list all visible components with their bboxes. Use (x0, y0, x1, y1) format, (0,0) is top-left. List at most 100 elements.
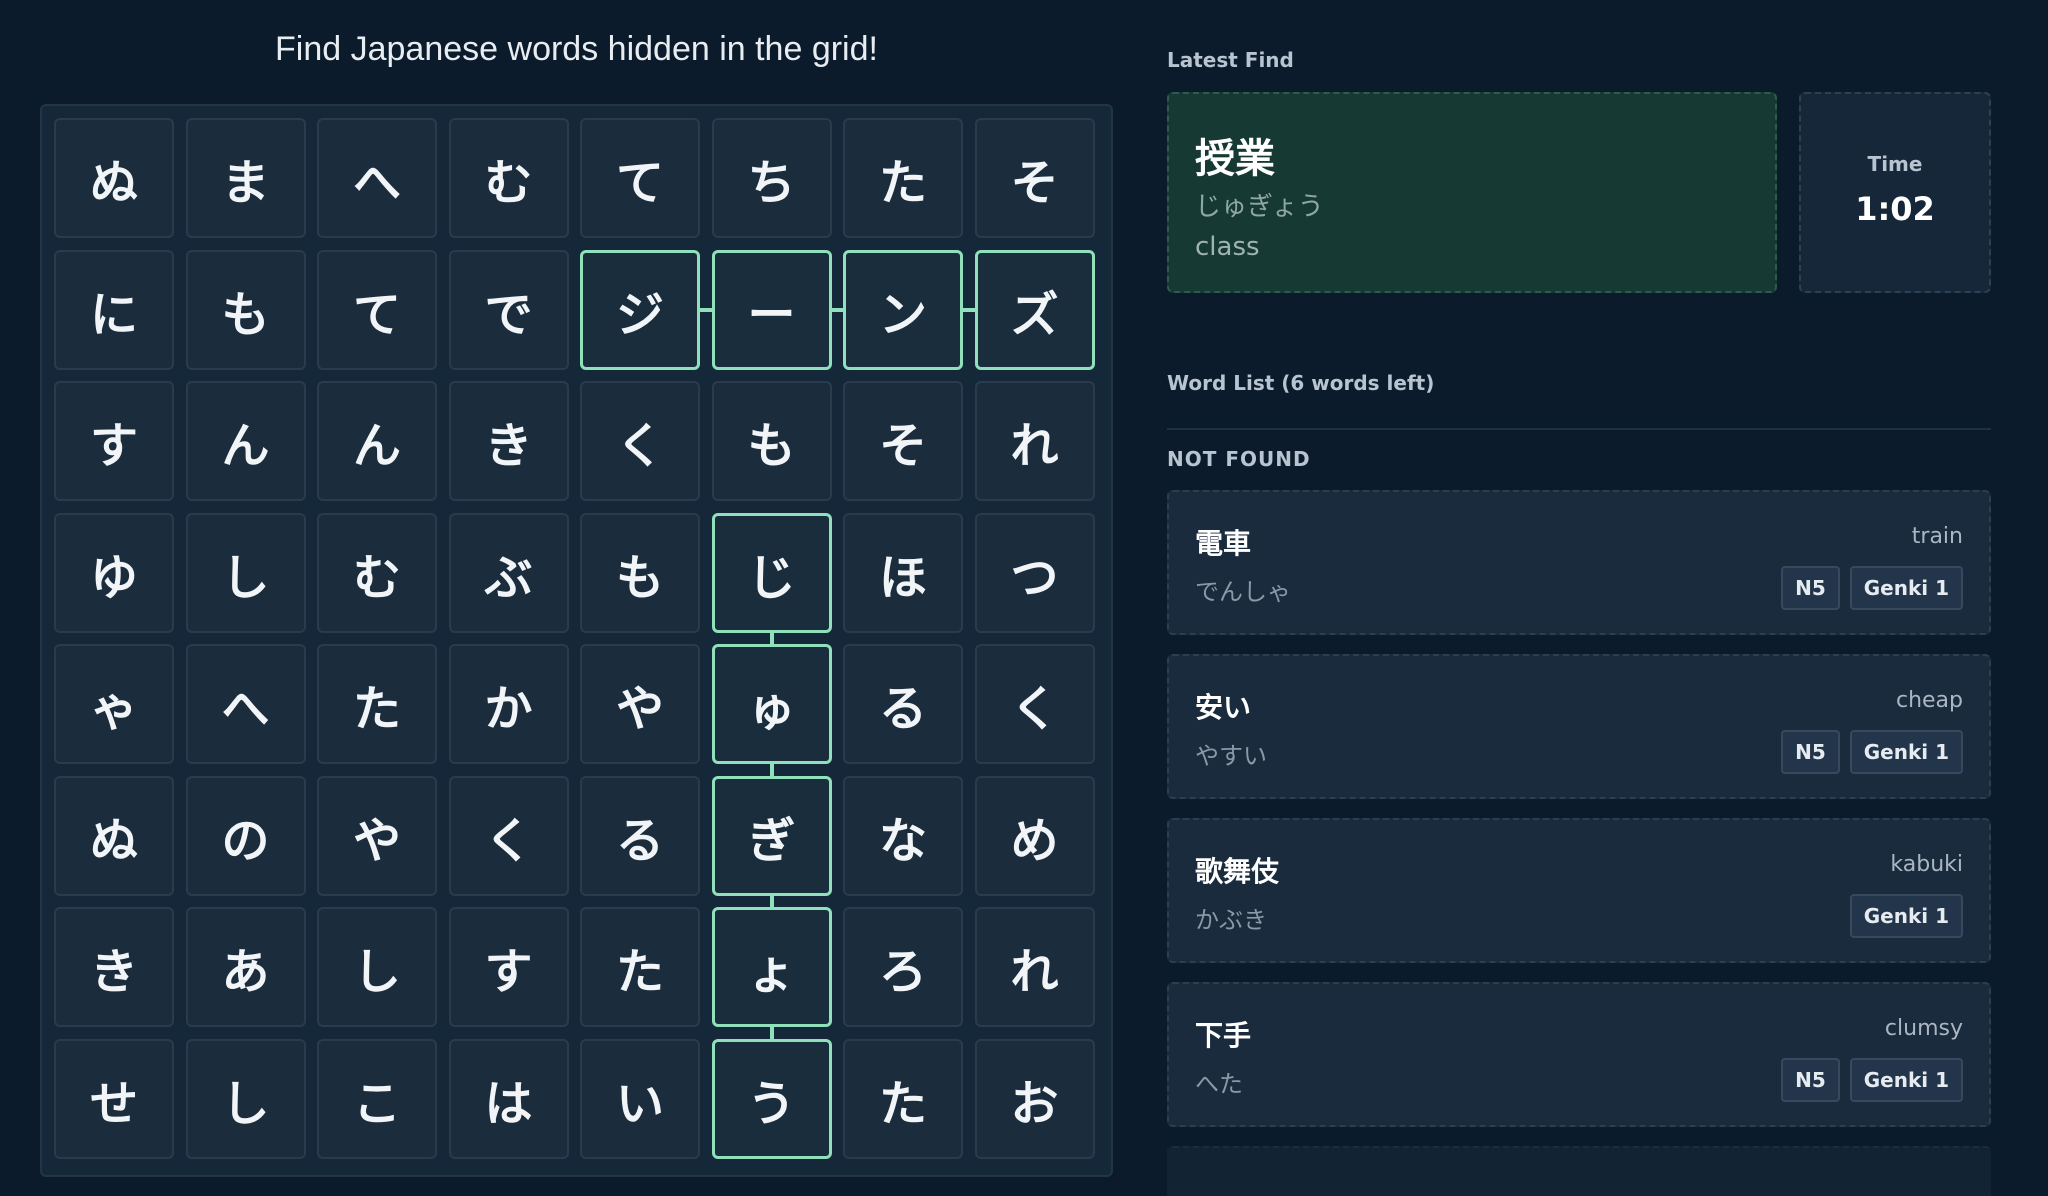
word-english: train (1911, 524, 1963, 549)
grid-cell[interactable]: た (843, 1038, 963, 1159)
grid-cell[interactable]: ょ (711, 907, 832, 1027)
grid-cell[interactable]: や (580, 644, 700, 764)
word-list-header: Word List (6 words left) (1167, 371, 1434, 395)
word-kanji: 電車 (1195, 527, 1252, 560)
grid-cell[interactable]: れ (974, 381, 1095, 501)
grid-cell[interactable]: ほ (843, 512, 963, 633)
grid-cell[interactable]: に (54, 249, 174, 370)
grid-cell[interactable]: て (317, 249, 437, 370)
grid-cell[interactable]: う (711, 1038, 832, 1159)
grid-cell[interactable]: た (317, 644, 437, 764)
word-kana: へた (1195, 1070, 1243, 1098)
grid-cell[interactable]: ぶ (448, 512, 569, 633)
grid-cell[interactable]: て (580, 118, 700, 238)
grid-cell[interactable]: ろ (843, 907, 963, 1027)
grid-cell[interactable]: た (843, 118, 963, 238)
grid-cell[interactable]: へ (185, 644, 306, 764)
grid-cell[interactable]: も (711, 381, 832, 501)
word-kanji: 下手 (1195, 1019, 1252, 1052)
word-card[interactable]: 下手 へた clumsy N5 Genki 1 (1167, 982, 1991, 1127)
game-page: Find Japanese words hidden in the grid! … (0, 0, 2048, 1196)
grid-cell[interactable]: で (448, 249, 569, 370)
grid-cell[interactable]: こ (317, 1038, 437, 1159)
grid-cell[interactable]: む (317, 512, 437, 633)
grid-cell[interactable]: い (580, 1038, 700, 1159)
grid-cell[interactable]: し (185, 512, 306, 633)
word-card[interactable]: 安い やすい cheap N5 Genki 1 (1167, 654, 1991, 799)
grid-cell[interactable]: る (843, 644, 963, 764)
latest-kana: じゅぎょう (1195, 192, 1324, 222)
instructions-text: Find Japanese words hidden in the grid! (275, 30, 878, 68)
textbook-tag: Genki 1 (1849, 566, 1963, 610)
latest-english: class (1195, 232, 1260, 262)
grid-cell[interactable]: な (843, 775, 963, 896)
word-card-partial (1167, 1146, 1991, 1196)
grid-cell[interactable]: ジ (580, 249, 700, 370)
grid-cell[interactable]: も (580, 512, 700, 633)
word-english: kabuki (1890, 852, 1963, 877)
word-list-title: Word List (1167, 371, 1275, 395)
grid-cell[interactable]: め (974, 775, 1095, 896)
grid-cell[interactable]: の (185, 775, 306, 896)
grid-cell[interactable]: ン (843, 249, 963, 370)
timer-value: 1:02 (1855, 190, 1935, 228)
grid-cell[interactable]: ん (185, 381, 306, 501)
grid-cell[interactable]: く (448, 775, 569, 896)
grid-cell[interactable]: か (448, 644, 569, 764)
word-english: clumsy (1884, 1016, 1963, 1041)
grid-cell[interactable]: ゃ (54, 644, 174, 764)
grid-cell[interactable]: ゅ (711, 644, 832, 764)
grid-cell[interactable]: す (448, 907, 569, 1027)
grid-cell[interactable]: れ (974, 907, 1095, 1027)
word-english: cheap (1895, 688, 1963, 713)
timer-label: Time (1867, 152, 1923, 176)
grid-cell[interactable]: ゆ (54, 512, 174, 633)
grid-cell[interactable]: し (317, 907, 437, 1027)
word-search-grid: ぬまへむてちたそにもてでジーンズすんんきくもそれゆしむぶもじほつゃへたかやゅるく… (40, 104, 1113, 1177)
grid-cell[interactable]: ぬ (54, 118, 174, 238)
grid-cell[interactable]: そ (843, 381, 963, 501)
grid-cell[interactable]: る (580, 775, 700, 896)
word-card[interactable]: 歌舞伎 かぶき kabuki Genki 1 (1167, 818, 1991, 963)
grid-cell[interactable]: つ (974, 512, 1095, 633)
word-kana: かぶき (1195, 906, 1267, 934)
grid-cell[interactable]: あ (185, 907, 306, 1027)
grid-cell[interactable]: ー (711, 249, 832, 370)
grid-cell[interactable]: く (580, 381, 700, 501)
grid-cell[interactable]: き (448, 381, 569, 501)
grid-cell[interactable]: ズ (974, 249, 1095, 370)
grid-cell[interactable]: せ (54, 1038, 174, 1159)
grid-cell[interactable]: む (448, 118, 569, 238)
grid-cell[interactable]: す (54, 381, 174, 501)
level-tag: N5 (1781, 730, 1840, 774)
level-tag: N5 (1781, 566, 1840, 610)
grid-cell[interactable]: き (54, 907, 174, 1027)
word-tags: N5 Genki 1 (1781, 566, 1963, 610)
grid-cell[interactable]: へ (317, 118, 437, 238)
grid-cell[interactable]: や (317, 775, 437, 896)
word-tags: N5 Genki 1 (1781, 730, 1963, 774)
grid-cell[interactable]: ぎ (711, 775, 832, 896)
word-tags: Genki 1 (1849, 894, 1963, 938)
grid-cell[interactable]: も (185, 249, 306, 370)
grid-cell[interactable]: ぬ (54, 775, 174, 896)
word-card[interactable]: 電車 でんしゃ train N5 Genki 1 (1167, 490, 1991, 635)
grid-cell[interactable]: ち (711, 118, 832, 238)
word-kana: でんしゃ (1195, 578, 1291, 606)
word-kana: やすい (1195, 742, 1267, 770)
grid-cell[interactable]: じ (711, 512, 832, 633)
grid-cell[interactable]: そ (974, 118, 1095, 238)
grid-cell[interactable]: ま (185, 118, 306, 238)
grid-cell[interactable]: た (580, 907, 700, 1027)
latest-find-card: 授業 じゅぎょう class (1167, 92, 1777, 293)
words-left-count: (6 words left) (1281, 371, 1435, 395)
word-list-divider (1167, 428, 1991, 430)
textbook-tag: Genki 1 (1849, 730, 1963, 774)
grid-cell[interactable]: し (185, 1038, 306, 1159)
not-found-section-label: NOT FOUND (1167, 447, 1311, 471)
grid-cell[interactable]: は (448, 1038, 569, 1159)
grid-cell[interactable]: お (974, 1038, 1095, 1159)
grid-cell[interactable]: く (974, 644, 1095, 764)
grid-cell[interactable]: ん (317, 381, 437, 501)
word-kanji: 安い (1195, 691, 1252, 724)
